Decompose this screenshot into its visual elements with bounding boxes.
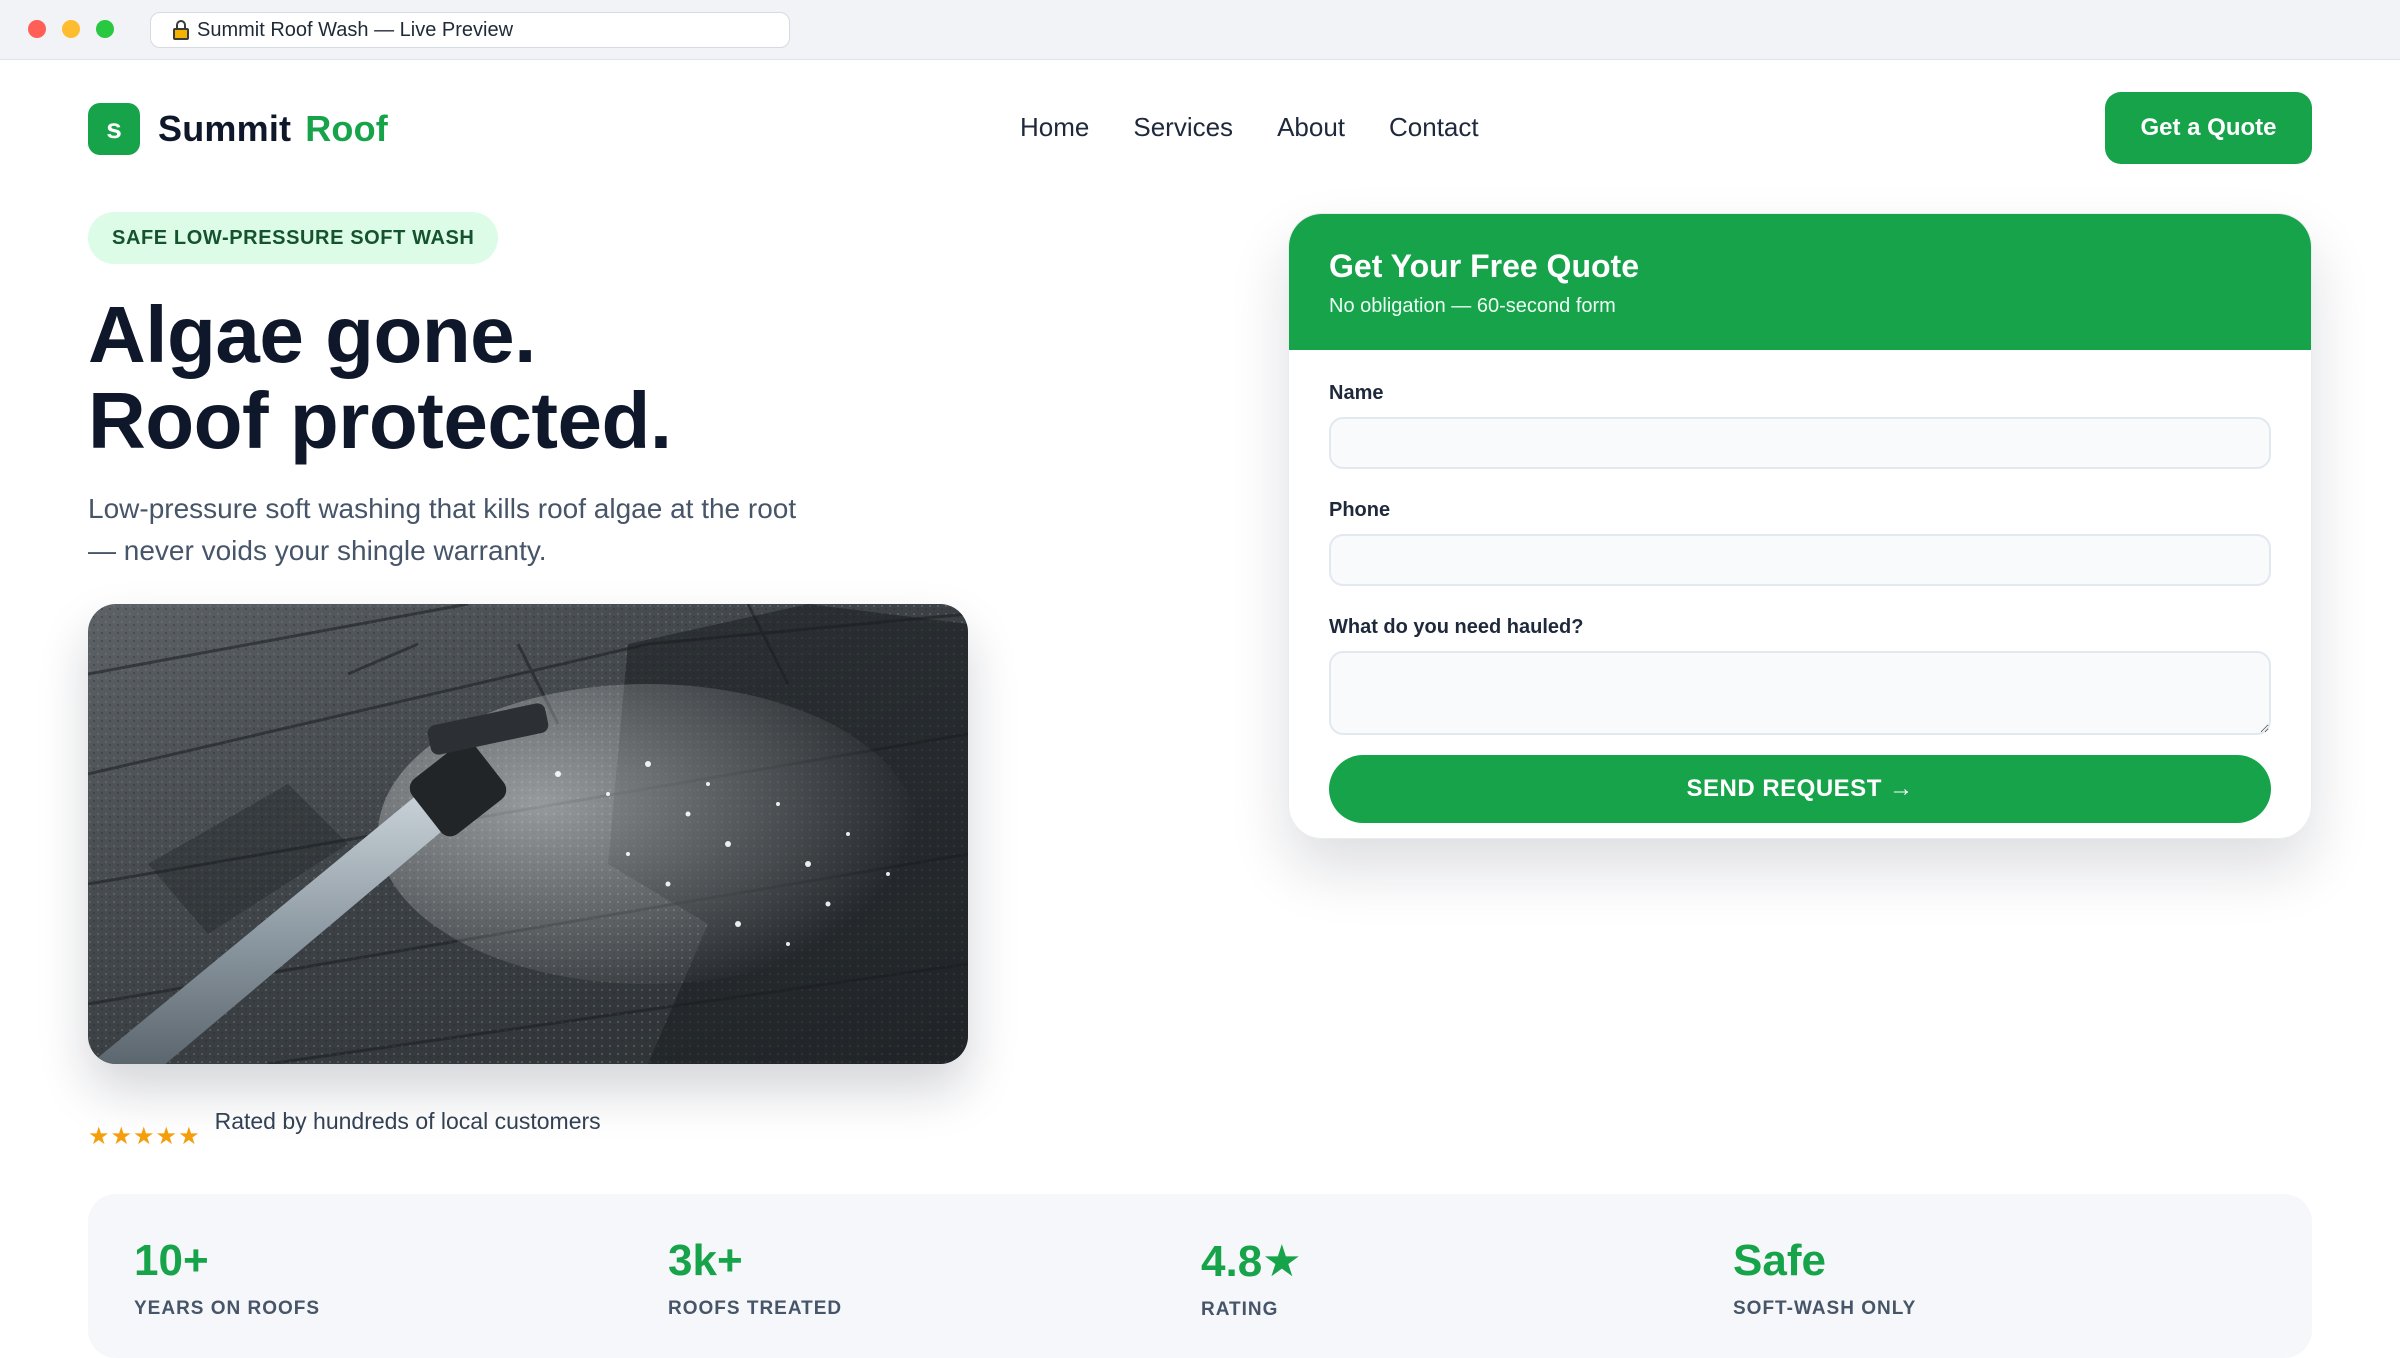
need-textarea[interactable] <box>1329 651 2271 735</box>
quote-form-subtitle: No obligation — 60-second form <box>1329 295 1616 317</box>
rating-row: ★★★★★ Rated by hundreds of local custome… <box>88 1108 601 1151</box>
logo-name-part1: Summit <box>158 108 292 149</box>
headline-line-2: Roof protected. <box>88 376 672 465</box>
quote-form-card: Get Your Free Quote No obligation — 60-s… <box>1288 213 2312 839</box>
nav-contact[interactable]: Contact <box>1389 112 1479 143</box>
send-request-button[interactable]: SEND REQUEST → <box>1329 755 2271 823</box>
window-close-button[interactable] <box>28 20 46 38</box>
hero-badge: SAFE LOW-PRESSURE SOFT WASH <box>88 212 499 264</box>
star-rating-icon: ★★★★★ <box>88 1123 201 1150</box>
main-nav: Home Services About Contact <box>1020 112 1523 143</box>
phone-field[interactable] <box>1329 534 2271 586</box>
tab-title: Summit Roof Wash — Live Preview <box>197 18 514 41</box>
logo-name-part2: Roof <box>305 108 388 149</box>
stat-label: YEARS ON ROOFS <box>134 1298 321 1319</box>
subtext-line-2: — never voids your shingle warranty. <box>88 535 547 566</box>
roof-spray-photo <box>88 604 968 1064</box>
window-minimize-button[interactable] <box>62 20 80 38</box>
nav-home[interactable]: Home <box>1020 112 1089 143</box>
quote-form-header: Get Your Free Quote No obligation — 60-s… <box>1289 214 2311 350</box>
stat-safe: Safe SOFT-WASH ONLY <box>1733 1236 1916 1320</box>
stat-value: 3k+ <box>668 1236 743 1285</box>
quote-form-title: Get Your Free Quote <box>1329 248 1639 284</box>
stat-value: Safe <box>1733 1236 1826 1285</box>
window-maximize-button[interactable] <box>96 20 114 38</box>
hero-headline: Algae gone. Roof protected. <box>88 292 672 464</box>
rating-text: Rated by hundreds of local customers <box>214 1108 601 1134</box>
get-quote-button[interactable]: Get a Quote <box>2105 92 2312 164</box>
nav-services[interactable]: Services <box>1133 112 1233 143</box>
nav-about[interactable]: About <box>1277 112 1345 143</box>
stat-years: 10+ YEARS ON ROOFS <box>134 1236 320 1320</box>
stat-value: 4.8★ <box>1201 1237 1302 1286</box>
stat-label: ROOFS TREATED <box>668 1298 843 1319</box>
stats-bar: 10+ YEARS ON ROOFS 3k+ ROOFS TREATED 4.8… <box>88 1194 2312 1358</box>
address-bar[interactable]: Summit Roof Wash — Live Preview <box>150 12 790 48</box>
browser-chrome: Summit Roof Wash — Live Preview <box>0 0 2400 60</box>
site-logo[interactable]: s Summit Roof <box>88 103 388 155</box>
logo-wordmark: Summit Roof <box>158 108 388 150</box>
subtext-line-1: Low-pressure soft washing that kills roo… <box>88 493 797 524</box>
hero-subtext: Low-pressure soft washing that kills roo… <box>88 488 848 572</box>
need-label: What do you need hauled? <box>1329 616 1584 638</box>
name-field[interactable] <box>1329 417 2271 469</box>
stat-roofs: 3k+ ROOFS TREATED <box>668 1236 842 1320</box>
phone-label: Phone <box>1329 499 1391 521</box>
headline-line-1: Algae gone. <box>88 290 536 379</box>
logo-badge: s <box>88 103 140 155</box>
stat-label: RATING <box>1201 1299 1279 1320</box>
quote-form-body: Name Phone What do you need hauled? SEND… <box>1289 350 2311 823</box>
stat-rating: 4.8★ RATING <box>1201 1236 1302 1321</box>
hero-image <box>88 604 968 1064</box>
stat-value: 10+ <box>134 1236 209 1285</box>
lock-icon <box>173 20 189 40</box>
stat-label: SOFT-WASH ONLY <box>1733 1298 1917 1319</box>
name-label: Name <box>1329 382 1384 404</box>
